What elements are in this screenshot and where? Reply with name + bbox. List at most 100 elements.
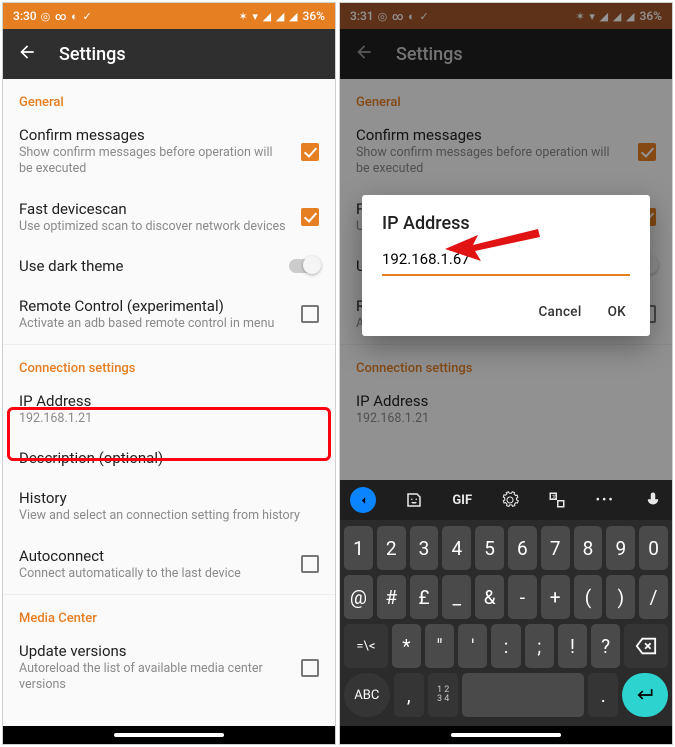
- row-title: IP Address: [19, 392, 319, 410]
- key-)[interactable]: ): [606, 575, 635, 619]
- row-subtitle: View and select an connection setting fr…: [19, 508, 319, 524]
- key--[interactable]: -: [508, 575, 537, 619]
- key-8[interactable]: 8: [574, 526, 603, 570]
- keyboard-toolbar: GIF 文 •••: [340, 480, 672, 520]
- mic-icon[interactable]: [644, 491, 662, 509]
- key-6[interactable]: 6: [508, 526, 537, 570]
- tiny: 3 4: [437, 695, 449, 704]
- ok-button[interactable]: OK: [608, 304, 626, 320]
- status-bar: 3:30 ◎ ∞ ◐ ✓ ✶ ▾ ◢ ◢ ◢ 36%: [3, 3, 335, 29]
- checkbox-icon[interactable]: [301, 659, 319, 677]
- checkbox-icon[interactable]: [301, 143, 319, 161]
- row-remote-control[interactable]: Remote Control (experimental) Activate a…: [3, 287, 335, 344]
- dialog-title: IP Address: [382, 213, 630, 234]
- status-battery: 36%: [303, 9, 325, 23]
- nav-pill[interactable]: [451, 733, 561, 737]
- settings-list: General Confirm messages Show confirm me…: [3, 79, 335, 705]
- key-*[interactable]: *: [392, 624, 421, 668]
- app-bar: Settings: [3, 29, 335, 79]
- key-_[interactable]: _: [442, 575, 471, 619]
- key-"[interactable]: ": [425, 624, 454, 668]
- row-subtitle: Connect automatically to the last device: [19, 566, 289, 582]
- key-7[interactable]: 7: [541, 526, 570, 570]
- keyboard-row-2: @#£_&-+()/: [344, 575, 668, 619]
- key-4[interactable]: 4: [442, 526, 471, 570]
- row-history[interactable]: History View and select an connection se…: [3, 479, 335, 536]
- row-subtitle: Autoreload the list of available media c…: [19, 661, 289, 694]
- key-:[interactable]: :: [491, 624, 520, 668]
- key-?[interactable]: ?: [591, 624, 620, 668]
- key-1[interactable]: 1: [344, 526, 373, 570]
- key-dot[interactable]: .: [588, 673, 618, 717]
- checkbox-icon[interactable]: [301, 305, 319, 323]
- key-num-layout[interactable]: 1 23 4: [428, 673, 458, 717]
- checkbox-icon[interactable]: [301, 208, 319, 226]
- translate-icon[interactable]: 文: [548, 491, 566, 509]
- key-/[interactable]: /: [639, 575, 668, 619]
- key-;[interactable]: ;: [525, 624, 554, 668]
- row-title: Use dark theme: [19, 257, 277, 275]
- soft-keyboard: GIF 文 ••• 1234567890 @#£_&-+()/ =\< *"':…: [340, 480, 672, 744]
- sticker-icon[interactable]: [405, 491, 423, 509]
- phone-left-screenshot: 3:30 ◎ ∞ ◐ ✓ ✶ ▾ ◢ ◢ ◢ 36% Settings Gene…: [2, 2, 336, 745]
- row-confirm-messages[interactable]: Confirm messages Show confirm messages b…: [3, 116, 335, 190]
- row-title: Autoconnect: [19, 547, 289, 565]
- row-title: Confirm messages: [19, 126, 289, 144]
- key-enter[interactable]: [622, 673, 668, 717]
- row-title: Update versions: [19, 642, 289, 660]
- key-9[interactable]: 9: [606, 526, 635, 570]
- key-3[interactable]: 3: [410, 526, 439, 570]
- row-title: Remote Control (experimental): [19, 297, 289, 315]
- row-ip-address[interactable]: IP Address 192.168.1.21: [3, 382, 335, 439]
- checkbox-icon[interactable]: [301, 555, 319, 573]
- cancel-button[interactable]: Cancel: [538, 304, 581, 320]
- key-abc[interactable]: ABC: [344, 673, 390, 717]
- row-description[interactable]: Description (optional): [3, 439, 335, 479]
- key-&[interactable]: &: [475, 575, 504, 619]
- row-dark-theme[interactable]: Use dark theme: [3, 247, 335, 287]
- row-title: Description (optional): [19, 449, 319, 467]
- keyboard-row-4: ABC , 1 23 4 .: [344, 673, 668, 717]
- key-2[interactable]: 2: [377, 526, 406, 570]
- key-([interactable]: (: [574, 575, 603, 619]
- switch-icon[interactable]: [289, 259, 319, 273]
- appbar-title: Settings: [59, 44, 126, 65]
- row-update-versions[interactable]: Update versions Autoreload the list of a…: [3, 632, 335, 706]
- status-notif-icons: ◎ ∞ ◐ ✓: [41, 10, 93, 23]
- back-button[interactable]: [17, 42, 37, 66]
- section-media: Media Center: [3, 595, 335, 632]
- status-time: 3:30: [13, 9, 37, 23]
- keyboard-collapse-button[interactable]: [350, 487, 376, 513]
- gif-button[interactable]: GIF: [452, 493, 472, 508]
- ip-address-dialog: IP Address Cancel OK: [362, 195, 650, 336]
- status-signal-icons: ✶ ▾ ◢ ◢ ◢: [238, 10, 298, 23]
- row-subtitle: Activate an adb based remote control in …: [19, 316, 289, 332]
- key-#[interactable]: #: [377, 575, 406, 619]
- more-icon[interactable]: •••: [596, 493, 615, 508]
- key-comma[interactable]: ,: [394, 673, 424, 717]
- row-title: Fast devicescan: [19, 200, 289, 218]
- row-subtitle: 192.168.1.21: [19, 411, 319, 427]
- nav-pill[interactable]: [114, 733, 224, 737]
- section-general: General: [3, 79, 335, 116]
- key-'[interactable]: ': [458, 624, 487, 668]
- android-nav-bar: [3, 726, 335, 744]
- row-subtitle: Show confirm messages before operation w…: [19, 145, 289, 178]
- key-5[interactable]: 5: [475, 526, 504, 570]
- phone-right-screenshot: 3:31 ◎ ∞ ◐ ✓ ✶ ▾ ◢ ◢ ◢ 36% Settings Gene…: [339, 2, 673, 745]
- ip-address-input[interactable]: [382, 246, 630, 276]
- key-0[interactable]: 0: [639, 526, 668, 570]
- key-backspace[interactable]: [624, 624, 668, 668]
- keyboard-row-3: =\< *"':;!?: [344, 624, 668, 668]
- key-symbols[interactable]: =\<: [344, 624, 388, 668]
- row-title: History: [19, 489, 319, 507]
- row-autoconnect[interactable]: Autoconnect Connect automatically to the…: [3, 537, 335, 594]
- key-+[interactable]: +: [541, 575, 570, 619]
- settings-icon[interactable]: [501, 491, 519, 509]
- key-space[interactable]: [462, 673, 584, 717]
- key-![interactable]: !: [558, 624, 587, 668]
- row-subtitle: Use optimized scan to discover network d…: [19, 219, 289, 235]
- key-£[interactable]: £: [410, 575, 439, 619]
- row-fast-devicescan[interactable]: Fast devicescan Use optimized scan to di…: [3, 190, 335, 247]
- key-@[interactable]: @: [344, 575, 373, 619]
